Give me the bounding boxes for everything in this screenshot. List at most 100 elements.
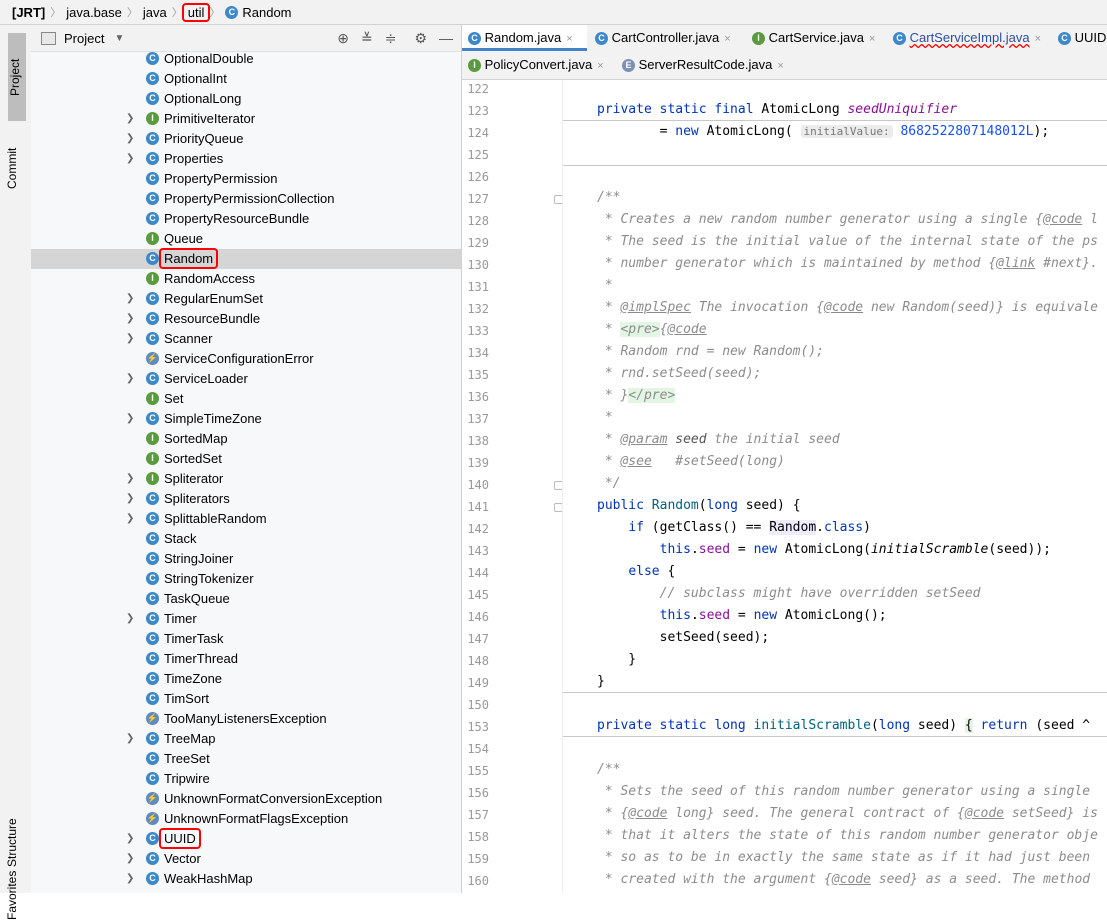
project-panel-title[interactable]: Project: [64, 31, 104, 46]
tree-item-label: TimerThread: [164, 651, 238, 666]
tree-item[interactable]: C TimeZone: [31, 669, 461, 689]
tree-item[interactable]: C TimerTask: [31, 629, 461, 649]
tree-item[interactable]: ❯ C Spliterators: [31, 489, 461, 509]
tab-cartcontroller-java[interactable]: C CartController.java ×: [589, 25, 739, 51]
tree-item-label: OptionalDouble: [164, 51, 254, 66]
hide-icon[interactable]: —: [439, 30, 453, 47]
tree-item[interactable]: ❯ C UUID: [31, 828, 461, 849]
expand-arrow-icon[interactable]: ❯: [126, 369, 134, 389]
breadcrumb-item[interactable]: java: [139, 5, 171, 20]
breadcrumb-item[interactable]: util: [181, 2, 211, 22]
tree-item[interactable]: ❯ C PriorityQueue: [31, 129, 461, 149]
code-area[interactable]: private static final AtomicLong seedUniq…: [562, 80, 1107, 893]
close-icon[interactable]: ×: [1035, 33, 1041, 45]
tree-item[interactable]: ❯ C SimpleTimeZone: [31, 409, 461, 429]
locate-icon[interactable]: ⊕: [337, 30, 349, 47]
tree-item[interactable]: I Set: [31, 389, 461, 409]
close-icon[interactable]: ×: [869, 33, 875, 45]
collapse-all-icon[interactable]: ≑: [385, 30, 397, 47]
tree-item[interactable]: C PropertyPermission: [31, 169, 461, 189]
tree-item[interactable]: C OptionalInt: [31, 69, 461, 89]
tree-item[interactable]: ⚡ TooManyListenersException: [31, 709, 461, 729]
tab-serverresultcode-java[interactable]: E ServerResultCode.java ×: [616, 52, 791, 78]
tree-item[interactable]: ❯ C RegularEnumSet: [31, 289, 461, 309]
tree-item[interactable]: ❯ C Vector: [31, 849, 461, 869]
tree-item-label: Spliterator: [164, 471, 224, 486]
interface-icon: I: [146, 112, 159, 125]
breadcrumb-item[interactable]: java.base: [62, 5, 126, 20]
expand-all-icon[interactable]: ≚: [361, 30, 373, 47]
tree-item[interactable]: C Stack: [31, 529, 461, 549]
tree-item-label: TooManyListenersException: [164, 711, 327, 726]
tab-uuid[interactable]: C UUID: [1052, 25, 1107, 51]
breadcrumb-item[interactable]: [JRT]: [8, 5, 49, 20]
gear-icon[interactable]: ⚙: [414, 30, 427, 47]
tab-cartservice-java[interactable]: I CartService.java ×: [746, 25, 881, 51]
expand-arrow-icon[interactable]: ❯: [126, 149, 134, 169]
tree-item[interactable]: C TimerThread: [31, 649, 461, 669]
expand-arrow-icon[interactable]: ❯: [126, 289, 134, 309]
close-icon[interactable]: ×: [724, 33, 730, 45]
chevron-down-icon[interactable]: ▼: [114, 33, 124, 44]
close-icon[interactable]: ×: [777, 60, 783, 72]
tree-item[interactable]: ❯ C Properties: [31, 149, 461, 169]
breadcrumb-item[interactable]: Random: [238, 5, 295, 20]
close-icon[interactable]: ×: [566, 33, 572, 45]
tree-item[interactable]: ❯ I Spliterator: [31, 469, 461, 489]
tree-item[interactable]: ⚡ UnknownFormatConversionException: [31, 789, 461, 809]
tree-item-label: RandomAccess: [164, 271, 256, 286]
tree-item[interactable]: I SortedSet: [31, 449, 461, 469]
tree-item[interactable]: ❯ C TreeMap: [31, 729, 461, 749]
favorites-tool-tab[interactable]: Favorites: [5, 871, 19, 920]
class-icon: C: [146, 852, 159, 865]
tree-item-label: Random: [158, 248, 219, 269]
tree-item[interactable]: ⚡ ServiceConfigurationError: [31, 349, 461, 369]
tree-item[interactable]: C OptionalLong: [31, 89, 461, 109]
tree-item[interactable]: C TimSort: [31, 689, 461, 709]
close-icon[interactable]: ×: [597, 60, 603, 72]
tree-item[interactable]: ❯ C Scanner: [31, 329, 461, 349]
structure-tool-tab[interactable]: Structure: [5, 797, 19, 867]
tree-item[interactable]: C StringTokenizer: [31, 569, 461, 589]
tree-item-label: ResourceBundle: [164, 311, 261, 326]
tab-policyconvert-java[interactable]: I PolicyConvert.java ×: [462, 52, 612, 78]
expand-arrow-icon[interactable]: ❯: [126, 849, 134, 869]
expand-arrow-icon[interactable]: ❯: [126, 829, 134, 849]
tree-item[interactable]: I RandomAccess: [31, 269, 461, 289]
tree-item[interactable]: C TreeSet: [31, 749, 461, 769]
tree-item[interactable]: C PropertyResourceBundle: [31, 209, 461, 229]
expand-arrow-icon[interactable]: ❯: [126, 609, 134, 629]
expand-arrow-icon[interactable]: ❯: [126, 109, 134, 129]
expand-arrow-icon[interactable]: ❯: [126, 489, 134, 509]
tree-item[interactable]: ❯ C WeakHashMap: [31, 869, 461, 889]
tree-item[interactable]: C StringJoiner: [31, 549, 461, 569]
code-line: else {: [628, 564, 676, 579]
code-line: * rnd.setSeed(seed);: [597, 366, 762, 381]
tab-random-java[interactable]: C Random.java ×: [462, 25, 587, 51]
tree-item[interactable]: C OptionalDouble: [31, 49, 461, 69]
project-tool-tab[interactable]: Project: [8, 33, 26, 121]
tree-item[interactable]: ❯ C ResourceBundle: [31, 309, 461, 329]
tree-item[interactable]: C Random: [31, 248, 461, 269]
expand-arrow-icon[interactable]: ❯: [126, 409, 134, 429]
tree-item[interactable]: ⚡ UnknownFormatFlagsException: [31, 809, 461, 829]
line-number: 159: [467, 852, 489, 866]
tree-item[interactable]: C TaskQueue: [31, 589, 461, 609]
tree-item[interactable]: ❯ C Timer: [31, 609, 461, 629]
expand-arrow-icon[interactable]: ❯: [126, 469, 134, 489]
expand-arrow-icon[interactable]: ❯: [126, 129, 134, 149]
expand-arrow-icon[interactable]: ❯: [126, 729, 134, 749]
expand-arrow-icon[interactable]: ❯: [126, 309, 134, 329]
tree-item[interactable]: C Tripwire: [31, 769, 461, 789]
commit-tool-tab[interactable]: Commit: [5, 129, 19, 189]
expand-arrow-icon[interactable]: ❯: [126, 509, 134, 529]
tree-item[interactable]: ❯ C ServiceLoader: [31, 369, 461, 389]
expand-arrow-icon[interactable]: ❯: [126, 329, 134, 349]
expand-arrow-icon[interactable]: ❯: [126, 869, 134, 889]
tree-item[interactable]: ❯ I PrimitiveIterator: [31, 109, 461, 129]
tab-cartserviceimpl-java[interactable]: C CartServiceImpl.java ×: [887, 25, 1047, 51]
tree-item[interactable]: ❯ C SplittableRandom: [31, 509, 461, 529]
tree-item[interactable]: I SortedMap: [31, 429, 461, 449]
tree-item[interactable]: I Queue: [31, 229, 461, 249]
tree-item[interactable]: C PropertyPermissionCollection: [31, 189, 461, 209]
